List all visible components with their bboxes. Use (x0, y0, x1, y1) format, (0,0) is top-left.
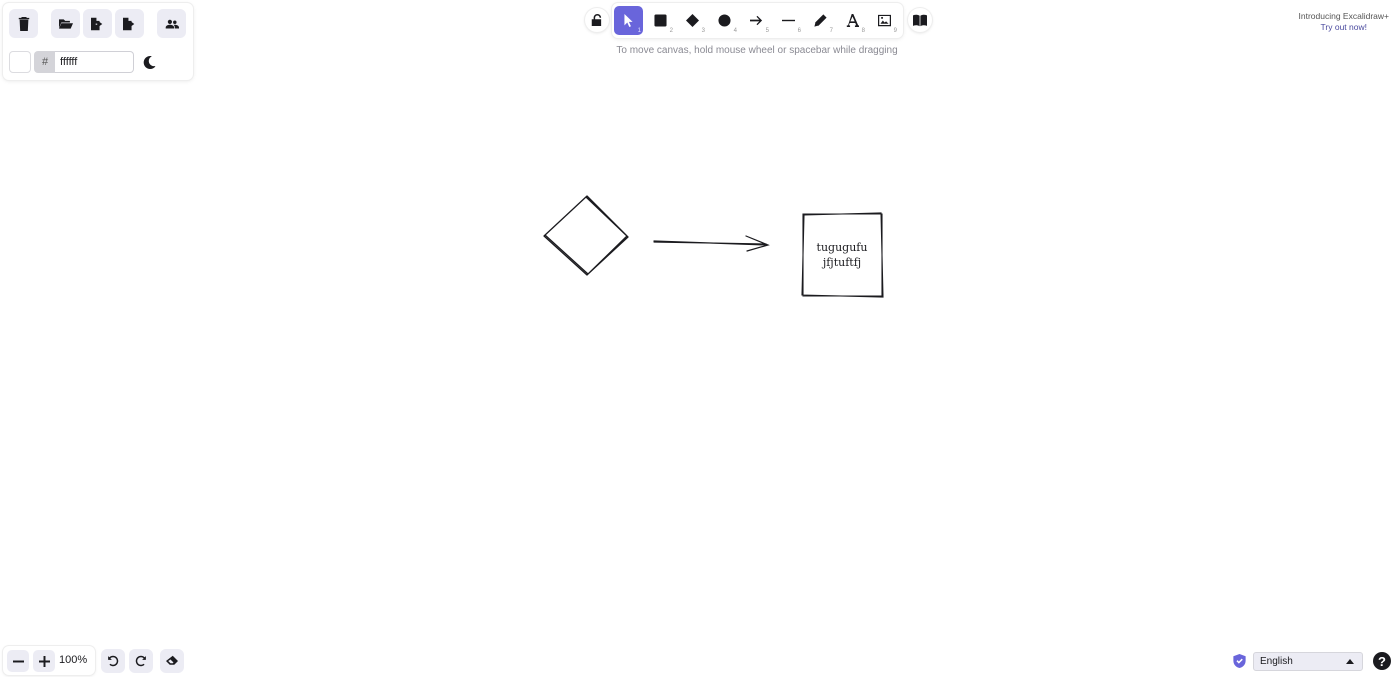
undo-button[interactable] (101, 649, 125, 673)
help-button[interactable]: ? (1373, 652, 1391, 670)
main-menu-panel: # (3, 3, 193, 80)
folder-open-icon (58, 18, 73, 29)
shapes-toolbar: 1 2 3 4 5 6 7 8 9 (612, 3, 903, 38)
tool-arrow[interactable]: 5 (742, 6, 771, 35)
theme-toggle-button[interactable] (139, 52, 159, 72)
export-icon (90, 17, 102, 30)
promo-link[interactable]: Try out now! (1299, 22, 1389, 33)
tool-selection[interactable]: 1 (614, 6, 643, 35)
encryption-badge[interactable] (1233, 654, 1246, 668)
shortcut-label: 5 (765, 28, 769, 34)
moon-icon (143, 55, 155, 69)
shortcut-label: 4 (733, 28, 737, 34)
clear-canvas-button[interactable] (9, 9, 38, 38)
background-color-swatch[interactable] (9, 51, 31, 73)
shortcut-label: 8 (861, 28, 865, 34)
redo-icon (135, 655, 146, 667)
promo-banner[interactable]: Introducing Excalidraw+ Try out now! (1299, 11, 1389, 33)
language-select[interactable]: English (1253, 652, 1363, 671)
unlock-icon (591, 14, 602, 26)
export-image-button[interactable] (115, 9, 144, 38)
pencil-icon (814, 14, 827, 27)
shortcut-label: 7 (829, 28, 833, 34)
library-button[interactable] (908, 8, 932, 32)
tool-draw[interactable]: 7 (806, 6, 835, 35)
plus-icon (38, 655, 50, 667)
diamond-icon (686, 14, 699, 27)
diamond-shape (543, 195, 629, 276)
collaborate-icon (165, 19, 179, 29)
redo-button[interactable] (129, 649, 153, 673)
shortcut-label: 1 (637, 28, 641, 34)
line-icon (782, 19, 795, 22)
shortcut-label: 3 (701, 28, 705, 34)
promo-title: Introducing Excalidraw+ (1298, 11, 1389, 21)
language-value: English (1260, 656, 1293, 667)
eraser-icon (166, 655, 178, 665)
open-file-button[interactable] (51, 9, 80, 38)
zoom-controls: 100% (3, 646, 95, 675)
save-file-button[interactable] (83, 9, 112, 38)
export-image-icon (122, 17, 134, 30)
shortcut-label: 6 (797, 28, 801, 34)
hex-prefix-label: # (34, 51, 56, 73)
image-icon (878, 14, 891, 27)
undo-icon (108, 655, 119, 667)
circle-icon (718, 14, 731, 27)
shortcut-label: 9 (893, 28, 897, 34)
trash-icon (18, 16, 29, 31)
canvas-hint: To move canvas, hold mouse wheel or spac… (616, 45, 898, 56)
zoom-level[interactable]: 100% (59, 654, 87, 666)
arrow-shape (653, 235, 770, 252)
rectangle-text-line2: jfjtuftfj (821, 256, 861, 269)
clear-button[interactable] (160, 649, 184, 673)
drawing-canvas[interactable]: tugugufu jfjtuftfj (0, 0, 1400, 677)
shield-icon (1233, 654, 1246, 668)
minus-icon (12, 660, 24, 662)
arrow-icon (750, 15, 763, 26)
tool-diamond[interactable]: 3 (678, 6, 707, 35)
tool-ellipse[interactable]: 4 (710, 6, 739, 35)
zoom-in-button[interactable] (33, 650, 55, 672)
tool-image[interactable]: 9 (870, 6, 899, 35)
zoom-out-button[interactable] (7, 650, 29, 672)
rectangle-text-line1: tugugufu (817, 241, 868, 254)
tool-line[interactable]: 6 (774, 6, 803, 35)
rectangle-shape (801, 212, 884, 298)
shortcut-label: 2 (669, 28, 673, 34)
text-icon (846, 14, 859, 27)
tool-rectangle[interactable]: 2 (646, 6, 675, 35)
live-collaboration-button[interactable] (157, 9, 186, 38)
background-color-input[interactable] (55, 51, 134, 73)
cursor-icon (624, 14, 633, 27)
tool-text[interactable]: 8 (838, 6, 867, 35)
caret-up-icon (1346, 659, 1354, 664)
library-icon (913, 14, 927, 27)
lock-tool-button[interactable] (585, 8, 609, 32)
square-icon (654, 14, 667, 27)
